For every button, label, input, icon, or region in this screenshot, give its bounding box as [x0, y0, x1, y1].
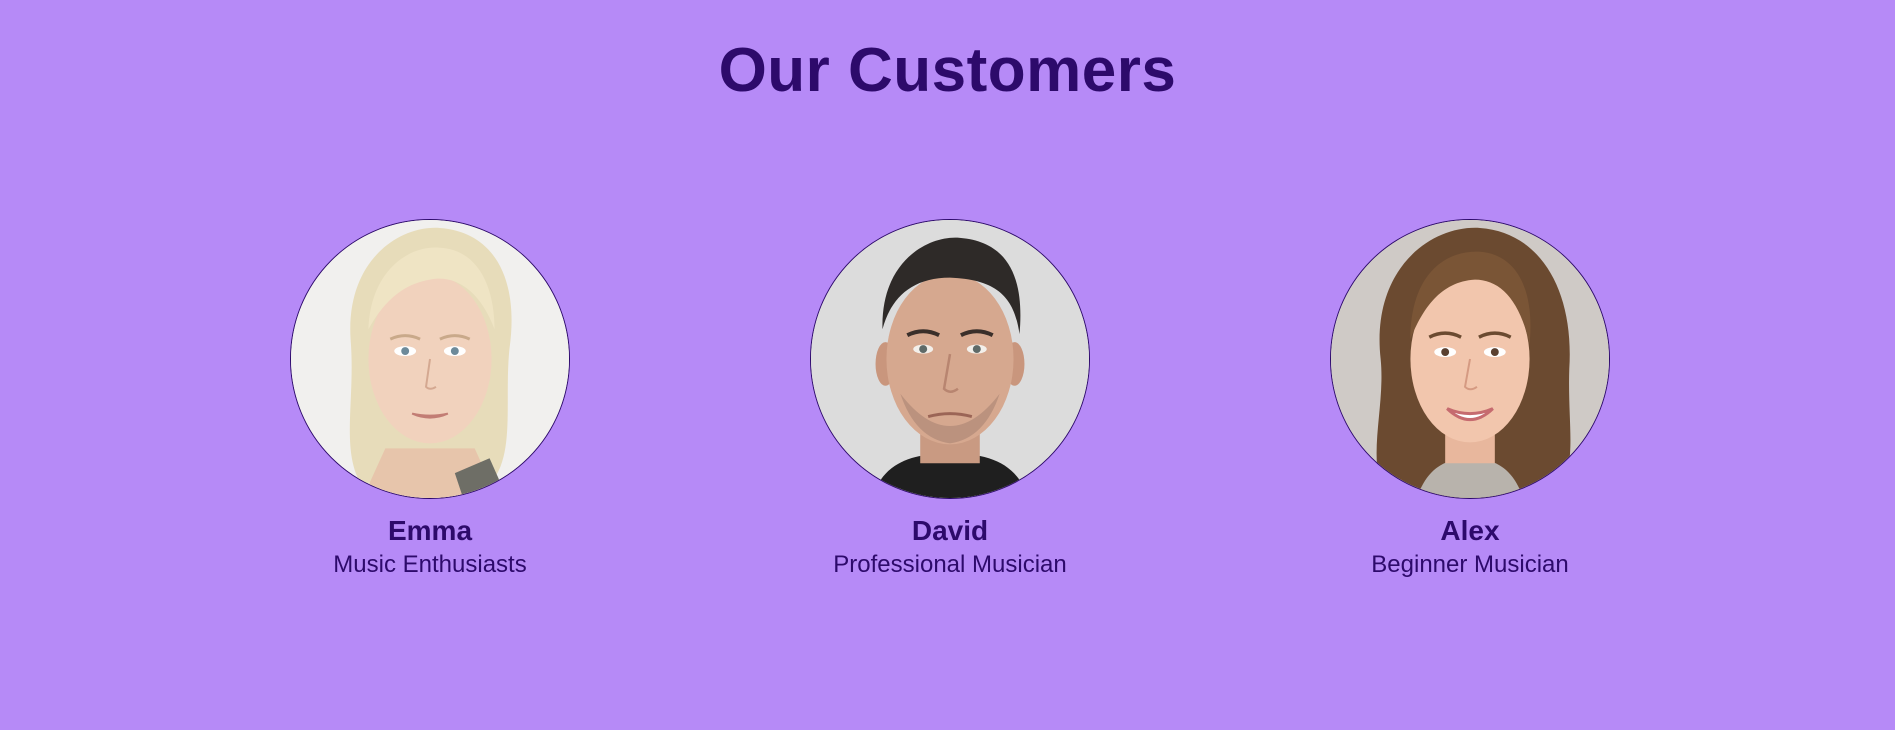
customer-name: Emma: [387, 515, 473, 546]
customer-role: Beginner Musician: [1371, 551, 1569, 578]
customer-photo: [1331, 220, 1609, 498]
customer-name: Alex: [1440, 515, 1500, 546]
customer-name: David: [911, 515, 989, 546]
customer-card: Emma Music Enthusiasts: [280, 219, 580, 580]
section-title: Our Customers: [718, 36, 1177, 105]
customers-section: Our Customers Emma Music Enthusiasts Dav…: [0, 0, 1895, 730]
customer-card: David Professional Musician: [800, 219, 1100, 580]
customer-photo: [811, 220, 1089, 498]
customer-avatar: [1330, 219, 1610, 499]
customer-avatar: [290, 219, 570, 499]
customer-card: Alex Beginner Musician: [1320, 219, 1620, 580]
customer-avatar: [810, 219, 1090, 499]
customer-photo: [291, 220, 569, 498]
customer-role: Music Enthusiasts: [333, 551, 527, 578]
customer-role: Professional Musician: [833, 551, 1067, 578]
